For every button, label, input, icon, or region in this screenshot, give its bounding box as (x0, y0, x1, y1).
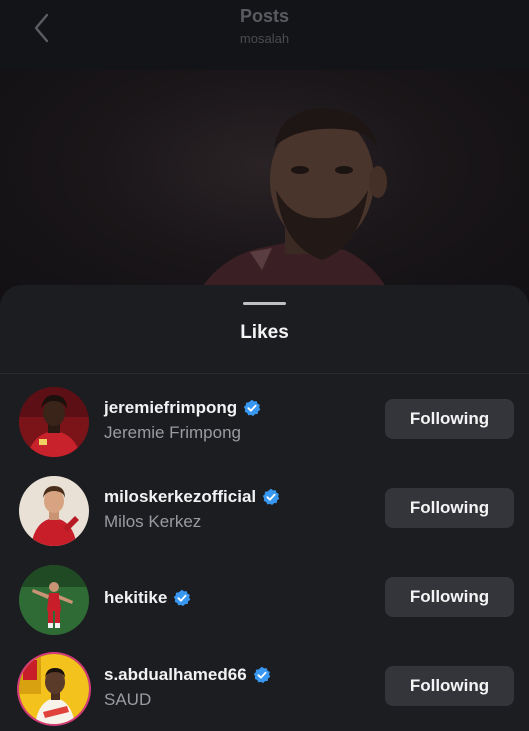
following-button[interactable]: Following (385, 488, 514, 528)
page-title: Posts (239, 6, 290, 26)
username[interactable]: s.abdualhamed66 (104, 665, 247, 685)
following-button[interactable]: Following (385, 577, 514, 617)
verified-badge-icon (174, 589, 191, 607)
username-line: miloskerkezofficial (104, 487, 280, 507)
full-name: SAUD (104, 690, 152, 709)
list-item[interactable]: s.abdualhamed66 SAUD Following (0, 643, 529, 731)
top-navigation-bar: Posts mosalah (0, 0, 529, 70)
username-line: hekitike (104, 588, 191, 608)
avatar-with-story-ring[interactable] (19, 654, 89, 724)
list-item[interactable]: hekitike Following (0, 554, 529, 642)
username-line: jeremiefrimpong (104, 398, 261, 418)
page-subtitle: mosalah (239, 31, 290, 46)
full-name: Jeremie Frimpong (104, 423, 241, 442)
post-photo (0, 70, 529, 310)
avatar[interactable] (19, 476, 89, 546)
list-item[interactable]: miloskerkezofficial Milos Kerkez Followi… (0, 465, 529, 553)
verified-badge-icon (262, 488, 280, 506)
sheet-drag-handle[interactable] (243, 302, 286, 305)
verified-badge-icon (253, 666, 270, 684)
full-name: Milos Kerkez (104, 512, 202, 531)
username[interactable]: miloskerkezofficial (104, 487, 256, 507)
username-line: s.abdualhamed66 (104, 665, 271, 685)
sheet-title: Likes (240, 322, 289, 343)
verified-badge-icon (244, 399, 261, 417)
username[interactable]: jeremiefrimpong (104, 398, 237, 418)
avatar[interactable] (19, 565, 89, 635)
likes-sheet: Likes jeremiefrimpong Jeremie Frimpong F… (0, 285, 529, 731)
username[interactable]: hekitike (104, 588, 167, 608)
list-item[interactable]: jeremiefrimpong Jeremie Frimpong Followi… (0, 376, 529, 464)
following-button[interactable]: Following (385, 399, 514, 439)
divider (0, 373, 529, 374)
avatar[interactable] (19, 387, 89, 457)
screen: Posts mosalah Likes jeremiefrimpong Jere… (0, 0, 529, 731)
following-button[interactable]: Following (385, 666, 514, 706)
